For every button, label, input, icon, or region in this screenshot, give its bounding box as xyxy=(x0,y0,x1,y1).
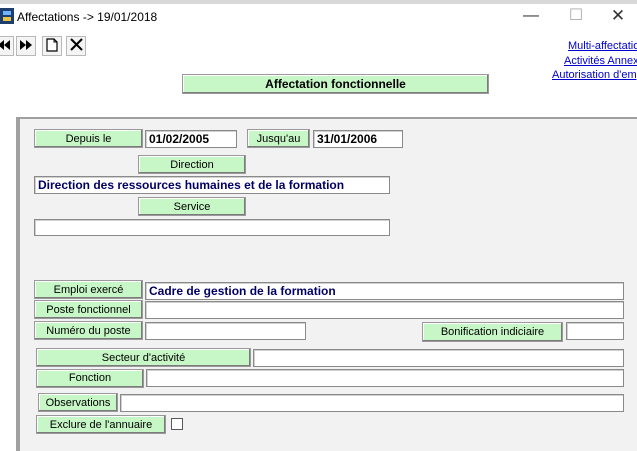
exclure-annuaire-checkbox[interactable] xyxy=(171,418,183,430)
secteur-activite-button[interactable]: Secteur d'activité xyxy=(36,348,251,367)
exclure-annuaire-label[interactable]: Exclure de l'annuaire xyxy=(36,415,166,434)
minimize-button[interactable]: — xyxy=(518,6,544,28)
poste-fonctionnel-button[interactable]: Poste fonctionnel xyxy=(34,300,143,319)
poste-fonctionnel-field[interactable] xyxy=(145,301,624,319)
next-record-icon xyxy=(19,39,33,53)
maximize-button[interactable]: ☐ xyxy=(563,6,589,28)
activites-annexes-link[interactable]: Activités Annex xyxy=(564,55,637,67)
direction-field[interactable]: Direction des ressources humaines et de … xyxy=(34,176,390,194)
window-title: Affectations -> 19/01/2018 xyxy=(17,10,158,24)
numero-poste-label[interactable]: Numéro du poste xyxy=(34,321,143,340)
section-title: Affectation fonctionnelle xyxy=(182,74,489,94)
direction-button[interactable]: Direction xyxy=(138,155,246,174)
depuis-date-field[interactable]: 01/02/2005 xyxy=(145,130,237,148)
first-record-button[interactable] xyxy=(0,36,14,56)
depuis-label[interactable]: Depuis le xyxy=(34,129,143,148)
new-document-icon xyxy=(46,37,58,55)
jusqu-label[interactable]: Jusqu'au xyxy=(247,129,310,148)
app-icon xyxy=(0,8,14,24)
background-window-strip xyxy=(0,0,637,4)
secteur-activite-field[interactable] xyxy=(253,349,624,367)
service-button[interactable]: Service xyxy=(138,197,246,216)
bonification-indiciaire-button[interactable]: Bonification indiciaire xyxy=(422,322,563,342)
observations-field[interactable] xyxy=(120,394,624,412)
delete-icon xyxy=(69,38,83,54)
bonification-indiciaire-field[interactable] xyxy=(566,322,624,340)
emploi-exerce-button[interactable]: Emploi exercé xyxy=(34,280,143,299)
service-field[interactable] xyxy=(34,219,390,236)
first-record-icon xyxy=(0,39,11,53)
next-record-button[interactable] xyxy=(16,36,36,56)
fonction-button[interactable]: Fonction xyxy=(36,369,144,388)
multi-affectation-link[interactable]: Multi-affectation xyxy=(568,40,637,52)
new-record-button[interactable] xyxy=(42,36,62,56)
delete-record-button[interactable] xyxy=(66,36,86,56)
autorisation-link[interactable]: Autorisation d'emp xyxy=(552,69,637,81)
emploi-exerce-field[interactable]: Cadre de gestion de la formation xyxy=(145,282,624,300)
fonction-field[interactable] xyxy=(146,369,624,387)
observations-label[interactable]: Observations xyxy=(38,393,118,412)
jusqu-date-field[interactable]: 31/01/2006 xyxy=(313,130,403,148)
numero-poste-field[interactable] xyxy=(145,322,306,340)
close-window-button[interactable]: ✕ xyxy=(605,6,631,28)
